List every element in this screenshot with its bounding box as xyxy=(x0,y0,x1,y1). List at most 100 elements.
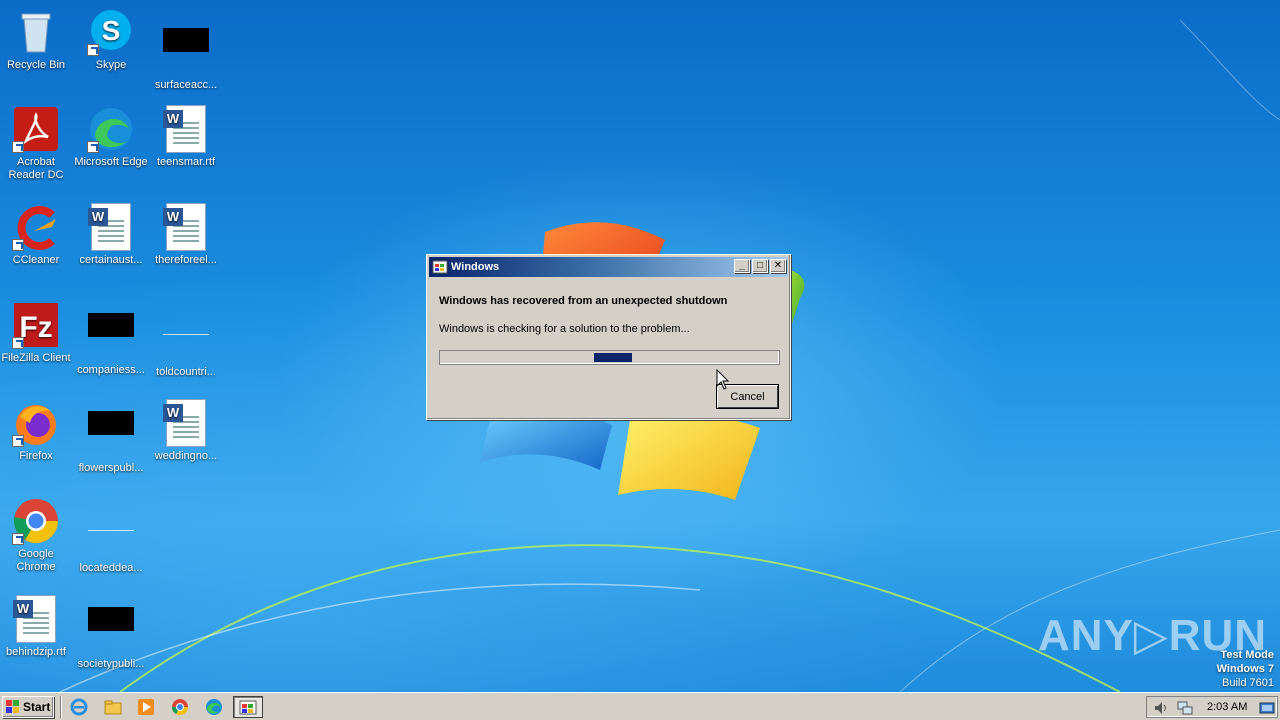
edge-icon[interactable] xyxy=(205,698,223,716)
shortcut-arrow-icon xyxy=(12,435,24,447)
edge-icon xyxy=(87,105,135,153)
progress-marquee-chunk xyxy=(594,353,632,362)
desktop-icon-label: locateddea... xyxy=(79,562,143,574)
desktop-icon-label: CCleaner xyxy=(12,254,60,266)
chrome-icon[interactable] xyxy=(171,698,189,716)
windows-version-line: Windows 7 xyxy=(1216,663,1274,675)
taskbar: Start 2:03 AM xyxy=(0,692,1280,720)
shortcut-arrow-icon xyxy=(12,337,24,349)
taskbar-task-windows-dialog[interactable] xyxy=(233,696,263,718)
desktop-icon-recycle-bin[interactable]: Recycle Bin xyxy=(0,8,74,72)
desktop-icon-label: thereforeel... xyxy=(155,254,217,266)
shortcut-arrow-icon xyxy=(12,141,24,153)
system-tray: 2:03 AM xyxy=(1146,696,1278,718)
dialog-message: Windows is checking for a solution to th… xyxy=(439,323,690,335)
dialog-titlebar[interactable]: Windows _ □ ✕ xyxy=(429,257,788,277)
word-document-icon: W xyxy=(162,399,210,447)
acrobat-icon xyxy=(12,105,60,153)
desktop-icon-filezilla[interactable]: Fz FileZilla Client xyxy=(0,301,74,365)
desktop-icon-edge[interactable]: Microsoft Edge xyxy=(73,105,149,169)
desktop-icon-label: Microsoft Edge xyxy=(74,156,148,168)
maximize-icon: □ xyxy=(756,260,764,271)
desktop-icon-label: FileZilla Client xyxy=(1,352,71,364)
word-document-icon: W xyxy=(162,105,210,153)
desktop-icon-surfaceacc[interactable]: surfaceacc... xyxy=(148,8,224,92)
desktop-icon-label: societypubli... xyxy=(77,658,145,670)
progress-bar xyxy=(439,350,780,365)
explorer-icon[interactable] xyxy=(104,698,122,716)
desktop-icon-ccleaner[interactable]: CCleaner xyxy=(0,203,74,267)
file-icon xyxy=(87,511,135,559)
file-icon xyxy=(87,313,135,361)
taskbar-separator xyxy=(60,696,62,718)
volume-icon[interactable] xyxy=(1153,700,1169,716)
filezilla-icon: Fz xyxy=(12,301,60,349)
desktop-icon-label: teensmar.rtf xyxy=(156,156,216,168)
shortcut-arrow-icon xyxy=(12,533,24,545)
svg-text:Fz: Fz xyxy=(19,311,52,344)
media-player-icon[interactable] xyxy=(137,698,155,716)
desktop-icon-label: flowerspubl... xyxy=(78,462,144,474)
minimize-button[interactable]: _ xyxy=(734,259,750,273)
dialog-title: Windows xyxy=(451,261,500,273)
desktop-icon-label: certainaust... xyxy=(79,254,143,266)
ccleaner-icon xyxy=(12,203,60,251)
network-icon[interactable] xyxy=(1177,700,1193,716)
desktop-icon-label: companiess... xyxy=(77,364,145,376)
desktop-icon-companiess[interactable]: companiess... xyxy=(73,301,149,377)
clock[interactable]: 2:03 AM xyxy=(1207,701,1247,713)
test-mode-notice: Test Mode Windows 7 Build 7601 xyxy=(1217,648,1274,690)
desktop-icon-label: behindzip.rtf xyxy=(6,646,66,658)
desktop-icon-acrobat[interactable]: Acrobat Reader DC xyxy=(0,105,74,182)
desktop-icon-label: Firefox xyxy=(19,450,53,462)
file-icon xyxy=(87,607,135,655)
desktop-icon-societypubli[interactable]: societypubli... xyxy=(73,595,149,671)
desktop-icon-firefox[interactable]: Firefox xyxy=(0,399,74,463)
show-desktop-icon[interactable] xyxy=(1259,700,1275,716)
desktop-icon-teensmar[interactable]: W teensmar.rtf xyxy=(148,105,224,169)
desktop-icon-locateddea[interactable]: locateddea... xyxy=(73,497,149,575)
ie-icon[interactable] xyxy=(70,698,88,716)
build-line: Build 7601 xyxy=(1222,677,1274,689)
desktop-icon-label: Google Chrome xyxy=(16,548,56,573)
desktop-icon-behindzip[interactable]: W behindzip.rtf xyxy=(0,595,74,659)
recovery-dialog[interactable]: Windows _ □ ✕ Windows has recovered from… xyxy=(426,254,791,420)
desktop-icon-label: weddingno... xyxy=(154,450,218,462)
shortcut-arrow-icon xyxy=(87,141,99,153)
dialog-heading: Windows has recovered from an unexpected… xyxy=(439,295,728,307)
desktop-icon-label: Recycle Bin xyxy=(6,59,66,71)
close-button[interactable]: ✕ xyxy=(770,259,786,273)
chrome-icon xyxy=(12,497,60,545)
desktop-icon-certainaust[interactable]: W certainaust... xyxy=(73,203,149,267)
desktop-icon-skype[interactable]: S Skype xyxy=(73,8,149,72)
firefox-icon xyxy=(12,399,60,447)
shortcut-arrow-icon xyxy=(12,239,24,251)
desktop-icon-label: toldcountri... xyxy=(156,366,216,378)
word-document-icon: W xyxy=(162,203,210,251)
start-label: Start xyxy=(23,700,51,714)
desktop-icon-label: Skype xyxy=(95,59,127,71)
shortcut-arrow-icon xyxy=(87,44,99,56)
desktop-icon-chrome[interactable]: Google Chrome xyxy=(0,497,74,574)
svg-text:S: S xyxy=(102,15,121,46)
skype-icon: S xyxy=(87,8,135,56)
desktop-icon-flowerspubl[interactable]: flowerspubl... xyxy=(73,399,149,475)
desktop[interactable]: Recycle Bin Acrobat Reader DC CCleaner F… xyxy=(0,0,1280,692)
windows-app-icon xyxy=(432,260,448,274)
mouse-cursor-icon xyxy=(716,369,730,390)
close-icon: ✕ xyxy=(773,260,783,271)
desktop-icon-label: surfaceacc... xyxy=(154,79,218,91)
windows-app-icon xyxy=(239,700,257,715)
file-icon xyxy=(162,315,210,363)
test-mode-line: Test Mode xyxy=(1220,649,1274,661)
desktop-icon-weddingno[interactable]: W weddingno... xyxy=(148,399,224,463)
windows-flag-icon xyxy=(6,700,19,713)
desktop-icon-label: Acrobat Reader DC xyxy=(8,156,64,181)
file-icon xyxy=(87,411,135,459)
start-button[interactable]: Start xyxy=(2,696,54,718)
word-document-icon: W xyxy=(12,595,60,643)
maximize-button[interactable]: □ xyxy=(752,259,768,273)
desktop-icon-toldcountri[interactable]: toldcountri... xyxy=(148,301,224,379)
file-icon xyxy=(162,28,210,76)
desktop-icon-thereforeel[interactable]: W thereforeel... xyxy=(148,203,224,267)
